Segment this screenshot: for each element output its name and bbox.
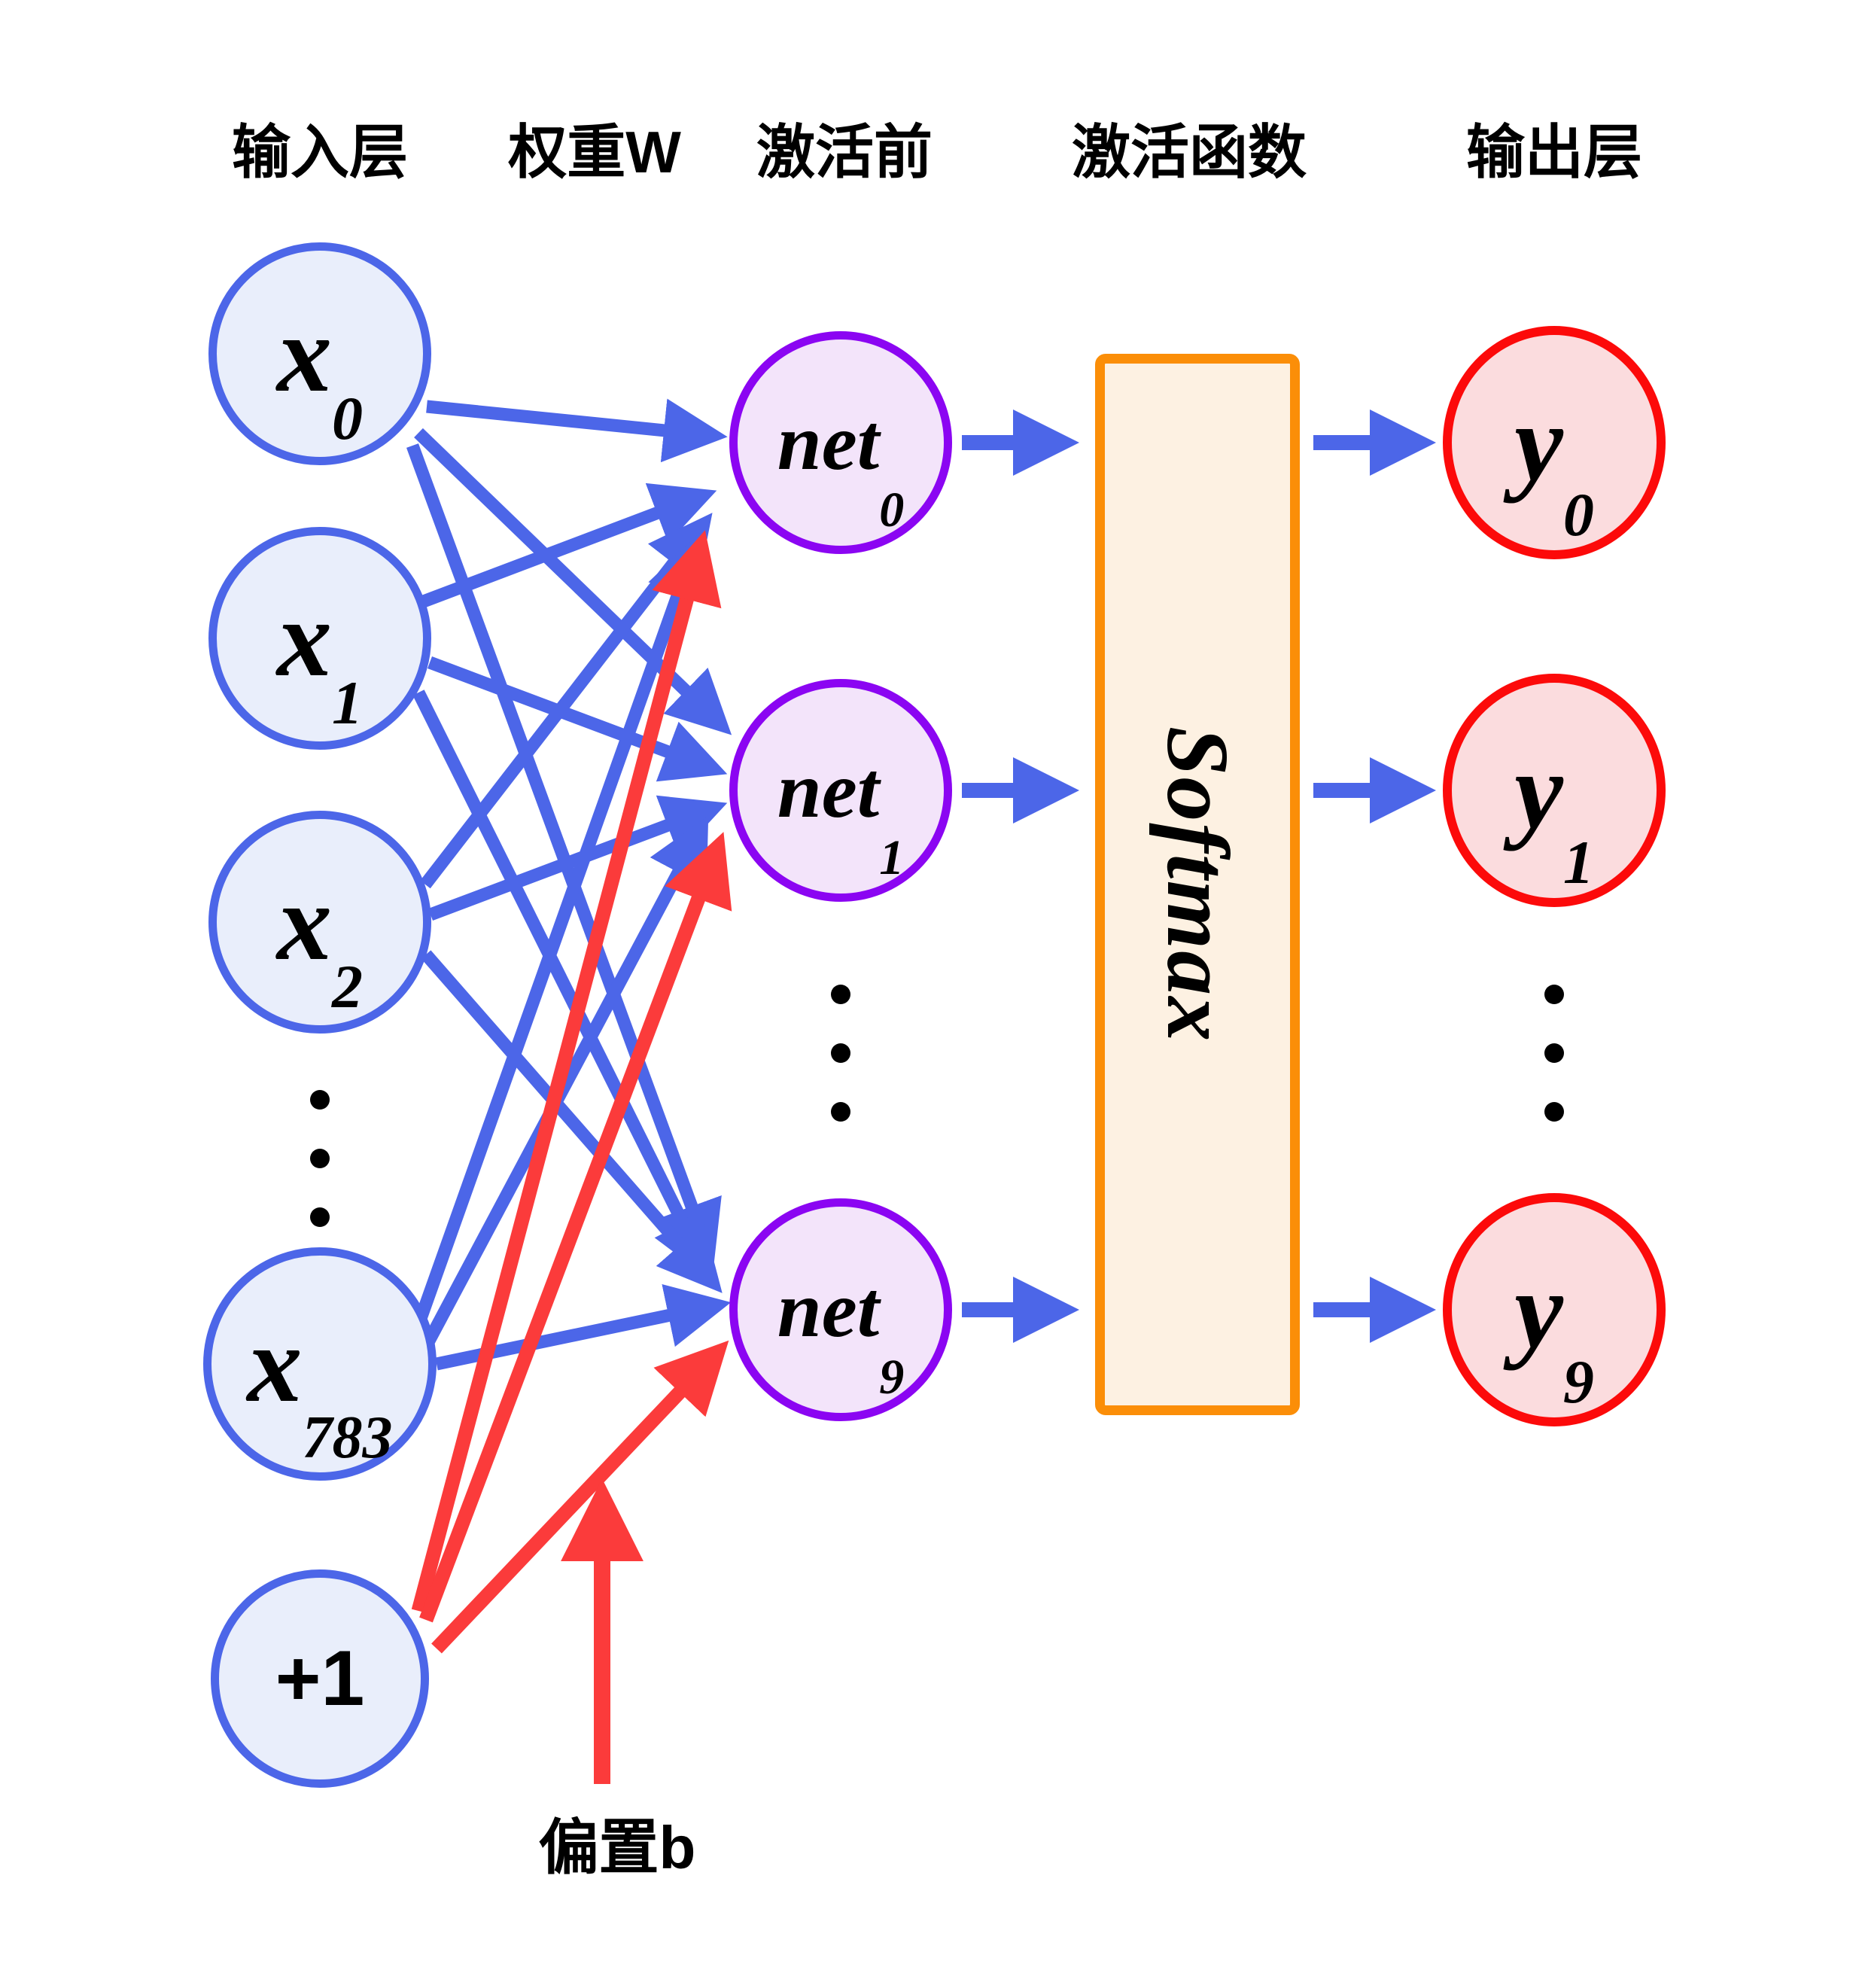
ellipsis-dot <box>831 1102 850 1122</box>
edge-x783-net9 <box>435 1283 732 1371</box>
preactivation-layer-ellipsis <box>831 985 850 1122</box>
bias-node-label: +1 <box>275 1635 365 1722</box>
output-node-y0[interactable]: y0 <box>1443 326 1666 559</box>
preactivation-node-net1-label: net 1 <box>777 746 905 885</box>
input-node-x2-label: x2 <box>277 861 363 1021</box>
flow-edges-softmax-to-output <box>1313 409 1437 1343</box>
ellipsis-dot <box>310 1090 330 1110</box>
softmax-activation-box[interactable]: Softmax <box>1095 354 1300 1415</box>
ellipsis-dot <box>831 1043 850 1063</box>
output-node-y1[interactable]: y1 <box>1443 674 1666 907</box>
output-node-y9-label: y9 <box>1514 1249 1594 1416</box>
output-node-y9[interactable]: y9 <box>1443 1193 1666 1426</box>
ellipsis-dot <box>831 985 850 1004</box>
input-node-x783-label: x 783 <box>247 1303 393 1471</box>
preactivation-node-net9[interactable]: net 9 <box>729 1198 952 1421</box>
header-output-layer: 输出层 <box>1465 119 1643 185</box>
preactivation-node-net0-label: net 0 <box>777 398 905 537</box>
edge-x0-net0 <box>426 398 728 463</box>
header-activation-function: 激活函数 <box>1071 119 1307 185</box>
flow-edges-net-to-softmax <box>962 409 1080 1343</box>
input-node-x1[interactable]: x1 <box>208 527 431 750</box>
bias-caption: 偏置b <box>538 1814 696 1881</box>
input-node-x783[interactable]: x 783 <box>203 1247 437 1481</box>
preactivation-node-net1[interactable]: net 1 <box>729 679 952 902</box>
preactivation-node-net0[interactable]: net 0 <box>729 331 952 554</box>
input-node-x0[interactable]: x0 <box>208 242 431 465</box>
ellipsis-dot <box>1544 985 1564 1004</box>
softmax-label: Softmax <box>1149 726 1247 1043</box>
ellipsis-dot <box>310 1149 330 1168</box>
input-layer-ellipsis <box>310 1090 330 1227</box>
ellipsis-dot <box>1544 1102 1564 1122</box>
preactivation-node-net9-label: net 9 <box>777 1265 905 1405</box>
input-node-x1-label: x1 <box>277 577 363 737</box>
input-node-x2[interactable]: x2 <box>208 811 431 1034</box>
input-node-x0-label: x0 <box>277 293 363 452</box>
ellipsis-dot <box>310 1207 330 1227</box>
ellipsis-dot <box>1544 1043 1564 1063</box>
bias-node[interactable]: +1 <box>211 1569 429 1788</box>
output-node-y0-label: y0 <box>1514 382 1594 549</box>
header-weights: 权重W <box>508 119 681 185</box>
neural-network-diagram: 输入层 权重W 激活前 激活函数 输出层 x0 x1 x2 x 783 +1 偏置… <box>0 0 1856 1988</box>
output-layer-ellipsis <box>1544 985 1564 1122</box>
header-input-layer: 输入层 <box>231 119 409 185</box>
header-preactivation: 激活前 <box>756 119 933 185</box>
output-node-y1-label: y1 <box>1514 729 1594 897</box>
